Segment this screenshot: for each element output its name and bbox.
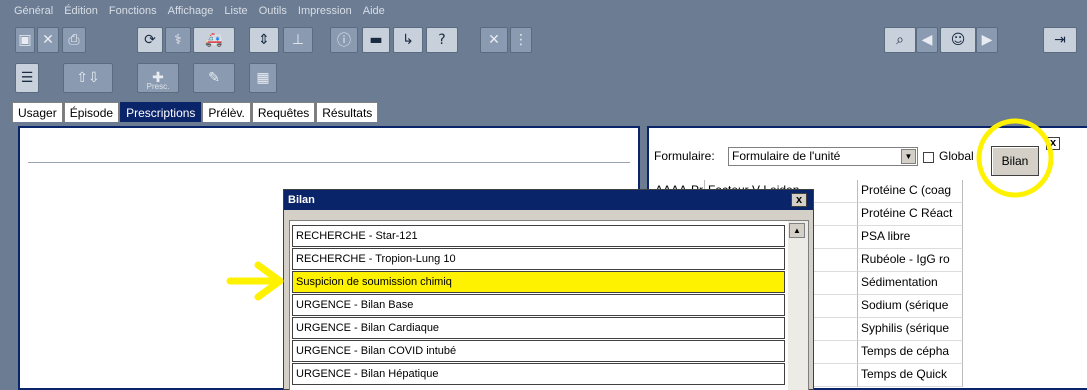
tab-episode[interactable]: Épisode: [63, 102, 120, 122]
menu-liste[interactable]: Liste: [224, 0, 247, 17]
print-icon[interactable]: ⎙: [62, 27, 86, 53]
bilan-dialog: Bilan x RECHERCHE - Star-121 RECHERCHE -…: [283, 189, 814, 390]
export-icon[interactable]: ↳: [393, 27, 423, 53]
stamp-icon[interactable]: ⊥: [283, 27, 313, 53]
list-item[interactable]: URGENCE - Bilan Hépatique: [292, 363, 785, 385]
cancel-icon[interactable]: ✕: [480, 27, 508, 53]
close-icon[interactable]: x: [1046, 137, 1060, 150]
help-icon[interactable]: ?: [426, 27, 458, 53]
next-icon[interactable]: ▶: [976, 27, 998, 53]
menu-general[interactable]: Général: [14, 0, 53, 17]
dialog-title-bar: Bilan x: [284, 190, 813, 210]
tab-resultats[interactable]: Résultats: [316, 102, 379, 122]
grid-cell[interactable]: Syphilis (sérique: [858, 318, 963, 341]
presc-label: Presc.: [146, 82, 170, 91]
menu-edition[interactable]: Édition: [64, 0, 98, 17]
chevron-down-icon[interactable]: ▼: [901, 149, 916, 164]
dialog-close-icon[interactable]: x: [791, 193, 807, 207]
tab-bar: Usager Épisode Prescriptions Prélèv. Req…: [12, 102, 379, 122]
global-label: Global: [939, 149, 974, 163]
refresh-icon[interactable]: ⟳: [137, 27, 163, 53]
menu-bar: Général Édition Fonctions Affichage List…: [0, 0, 1087, 22]
save-icon[interactable]: ▣: [15, 27, 35, 53]
divider: [28, 162, 630, 163]
dialog-title: Bilan: [288, 194, 315, 206]
list-item[interactable]: URGENCE - Bilan Cardiaque: [292, 317, 785, 339]
grid-cell[interactable]: Temps de cépha: [858, 341, 963, 364]
list-item[interactable]: URGENCE - Bilan COVID intubé: [292, 340, 785, 362]
menu-outils[interactable]: Outils: [259, 0, 287, 17]
filter-icon[interactable]: ⋮: [510, 27, 532, 53]
bilan-list[interactable]: RECHERCHE - Star-121 RECHERCHE - Tropion…: [289, 220, 809, 390]
search-icon[interactable]: ⌕: [884, 27, 916, 53]
add-prescription-button[interactable]: ✚ Presc.: [137, 63, 179, 93]
grid-cell[interactable]: Protéine C Réact: [858, 203, 963, 226]
tab-prescriptions[interactable]: Prescriptions: [120, 102, 202, 122]
list-item[interactable]: URGENCE - Bilan Base: [292, 294, 785, 316]
stethoscope-icon[interactable]: ⚕: [165, 27, 191, 53]
info-icon[interactable]: ⓘ: [330, 27, 358, 53]
delete-icon[interactable]: ✕: [37, 27, 59, 53]
grid-cell[interactable]: PSA libre: [858, 226, 963, 249]
tab-usager[interactable]: Usager: [12, 102, 63, 122]
formulaire-label: Formulaire:: [654, 149, 715, 163]
tab-prelev[interactable]: Prélèv.: [202, 102, 251, 122]
folder-icon[interactable]: ▬: [362, 27, 390, 53]
grid-cell[interactable]: Rubéole - IgG ro: [858, 249, 963, 272]
menu-fonctions[interactable]: Fonctions: [109, 0, 157, 17]
syringe-icon[interactable]: ✎: [193, 63, 235, 93]
ambulance-icon[interactable]: 🚑: [193, 27, 235, 53]
menu-aide[interactable]: Aide: [363, 0, 385, 17]
scrollbar[interactable]: [788, 221, 808, 390]
bilan-button[interactable]: Bilan: [991, 146, 1039, 176]
list-item[interactable]: RECHERCHE - Star-121: [292, 225, 785, 247]
sort-icon[interactable]: ⇕: [249, 27, 279, 53]
formulaire-select[interactable]: Formulaire de l'unité ▼: [728, 147, 918, 166]
menu-impression[interactable]: Impression: [298, 0, 352, 17]
list-icon[interactable]: ☰: [15, 63, 39, 93]
up-down-icon[interactable]: ⇧⇩: [63, 63, 113, 93]
menu-affichage[interactable]: Affichage: [168, 0, 214, 17]
grid-cell[interactable]: Protéine C (coag: [858, 180, 963, 203]
tab-requetes[interactable]: Requêtes: [251, 102, 316, 122]
exit-icon[interactable]: ⇥: [1043, 27, 1077, 53]
previous-icon[interactable]: ◀: [916, 27, 938, 53]
grid-cell[interactable]: Sédimentation: [858, 272, 963, 295]
grid-icon[interactable]: ▦: [249, 63, 277, 93]
list-item-highlighted[interactable]: Suspicion de soumission chimiq: [292, 271, 785, 293]
global-checkbox[interactable]: [923, 152, 934, 163]
formulaire-value: Formulaire de l'unité: [732, 149, 841, 163]
grid-cell[interactable]: Sodium (sérique: [858, 295, 963, 318]
patients-icon[interactable]: ☺: [940, 27, 976, 53]
scroll-up-icon[interactable]: ▲: [789, 223, 805, 238]
list-item[interactable]: RECHERCHE - Tropion-Lung 10: [292, 248, 785, 270]
grid-cell[interactable]: Temps de Quick: [858, 364, 963, 387]
